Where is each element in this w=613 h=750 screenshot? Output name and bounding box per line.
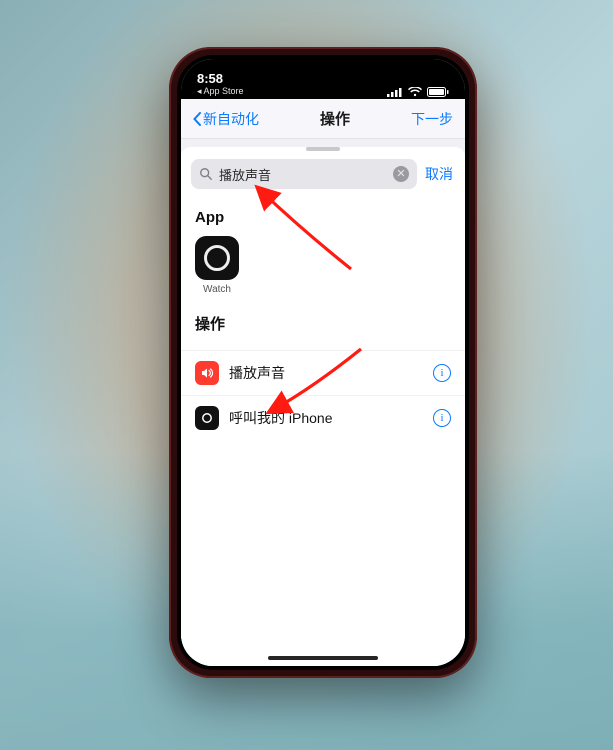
nav-title: 操作 <box>320 108 350 129</box>
clear-search-button[interactable]: ✕ <box>393 166 409 182</box>
watch-app-icon <box>195 236 239 280</box>
phone-notch <box>248 59 398 83</box>
search-row: 播放声音 ✕ 取消 <box>181 159 465 199</box>
action-picker-sheet: 播放声音 ✕ 取消 App Watch 操作 <box>181 147 465 666</box>
status-back-to-app[interactable]: ◂ App Store <box>197 86 387 97</box>
action-label: 呼叫我的 iPhone <box>229 408 423 428</box>
info-icon[interactable]: i <box>433 409 451 427</box>
watch-icon <box>195 406 219 430</box>
action-play-sound[interactable]: 播放声音 i <box>181 350 465 395</box>
search-value: 播放声音 <box>219 165 387 184</box>
sound-icon <box>195 361 219 385</box>
app-label: Watch <box>203 284 231 295</box>
action-ping-iphone[interactable]: 呼叫我的 iPhone i <box>181 395 465 440</box>
sheet-grabber[interactable] <box>306 147 340 151</box>
iphone-device-frame: 8:58 ◂ App Store 新自动化 操作 下一步 <box>169 47 477 678</box>
chevron-left-icon <box>193 112 201 126</box>
nav-next-button[interactable]: 下一步 <box>411 109 453 129</box>
cancel-search-button[interactable]: 取消 <box>425 164 455 184</box>
phone-screen: 8:58 ◂ App Store 新自动化 操作 下一步 <box>181 59 465 666</box>
search-input[interactable]: 播放声音 ✕ <box>191 159 417 189</box>
app-tile-watch[interactable]: Watch <box>195 236 239 295</box>
nav-back-button[interactable]: 新自动化 <box>193 109 259 129</box>
signal-bars-icon <box>387 87 403 97</box>
status-right-cluster <box>387 87 449 97</box>
screen-content: 新自动化 操作 下一步 播放声音 ✕ 取消 App <box>181 99 465 666</box>
search-icon <box>199 167 213 181</box>
section-app-title: App <box>181 199 465 236</box>
info-icon[interactable]: i <box>433 364 451 382</box>
nav-back-label: 新自动化 <box>203 109 259 129</box>
nav-bar: 新自动化 操作 下一步 <box>181 99 465 139</box>
wifi-icon <box>408 87 422 97</box>
action-list: 播放声音 i 呼叫我的 iPhone i <box>181 350 465 440</box>
app-results-row: Watch <box>181 236 465 303</box>
action-label: 播放声音 <box>229 363 423 383</box>
home-indicator[interactable] <box>268 656 378 660</box>
battery-icon <box>427 87 449 97</box>
section-actions-title: 操作 <box>181 303 465 344</box>
